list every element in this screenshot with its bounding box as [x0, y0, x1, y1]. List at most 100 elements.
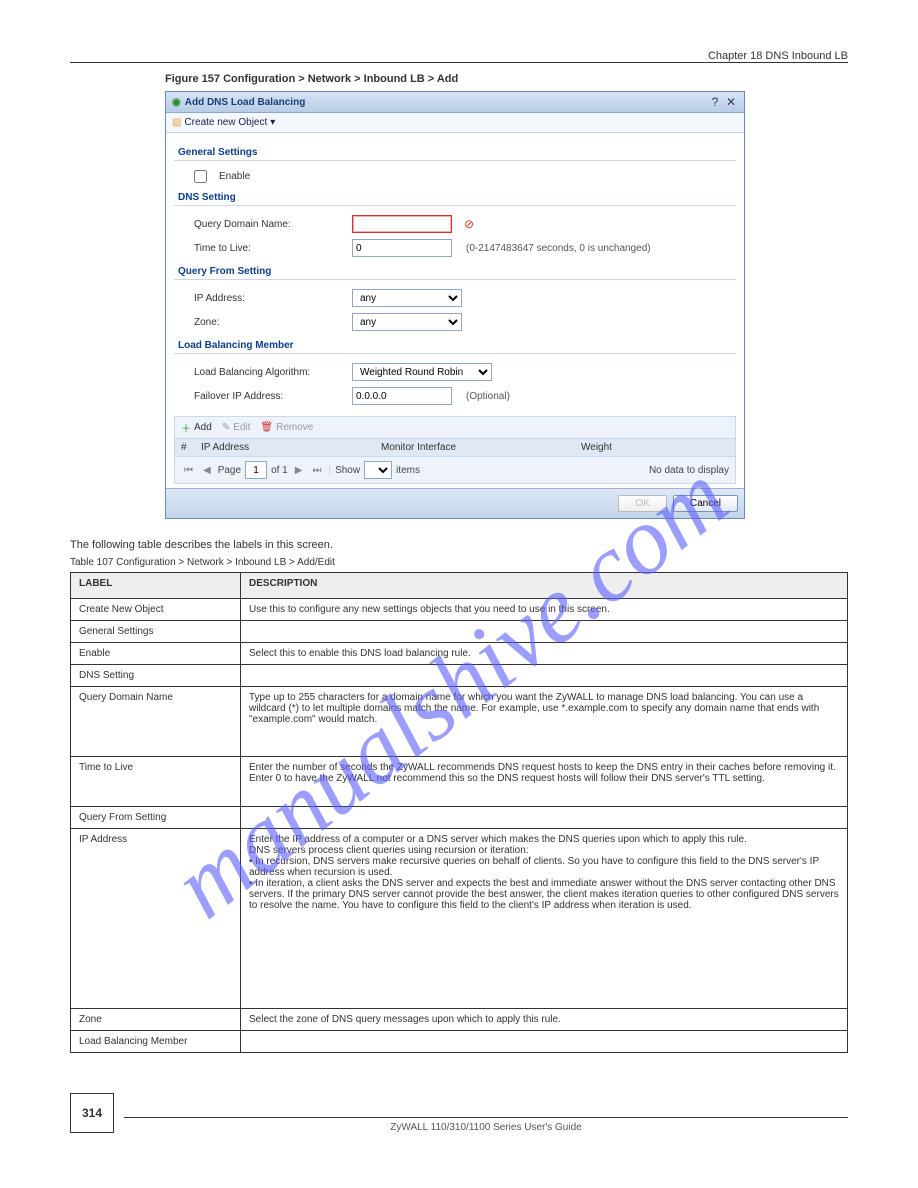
- grid-add-label: Add: [194, 422, 212, 433]
- table-row: General Settings: [71, 621, 848, 643]
- qdn-input[interactable]: [352, 215, 452, 233]
- page-footer: 314 ZyWALL 110/310/1100 Series User's Gu…: [70, 1093, 848, 1133]
- th-label: LABEL: [71, 573, 241, 599]
- figure-caption: Figure 157 Configuration > Network > Inb…: [165, 73, 848, 85]
- first-page-icon[interactable]: ⏮: [181, 465, 196, 476]
- fip-label: Failover IP Address:: [194, 391, 344, 402]
- page-input[interactable]: [245, 461, 267, 479]
- section-lb: Load Balancing Member: [174, 334, 736, 354]
- prev-page-icon[interactable]: ◀: [200, 465, 214, 476]
- col-weight: Weight: [581, 442, 729, 453]
- cell-label: General Settings: [71, 621, 241, 643]
- guide-title: ZyWALL 110/310/1100 Series User's Guide: [124, 1122, 848, 1133]
- table-row: Query Domain NameType up to 255 characte…: [71, 687, 848, 757]
- cell-desc: Type up to 255 characters for a domain n…: [241, 687, 848, 757]
- dialog-titlebar: ◉ Add DNS Load Balancing ? ✕: [166, 92, 744, 113]
- table-row: IP AddressEnter the IP address of a comp…: [71, 829, 848, 1009]
- dialog-buttonbar: OK Cancel: [166, 488, 744, 518]
- page-label: Page: [218, 465, 241, 476]
- cell-desc: Enter the IP address of a computer or a …: [241, 829, 848, 1009]
- zone-select[interactable]: any: [352, 313, 462, 331]
- grid-add-button[interactable]: ＋Add: [181, 420, 212, 435]
- ok-button[interactable]: OK: [618, 495, 666, 512]
- grid-pager: ⏮ ◀ Page of 1 ▶ ⏭ | Show 50 items No dat…: [174, 457, 736, 484]
- cell-desc: Select this to enable this DNS load bala…: [241, 643, 848, 665]
- dns-lb-dialog: ◉ Add DNS Load Balancing ? ✕ ▧ Create ne…: [165, 91, 745, 519]
- fip-input[interactable]: [352, 387, 452, 405]
- grid-toolbar: ＋Add ✎Edit 🗑Remove: [174, 416, 736, 439]
- cancel-button[interactable]: Cancel: [673, 495, 738, 512]
- dialog-title: Add DNS Load Balancing: [185, 97, 306, 108]
- table-row: Create New ObjectUse this to configure a…: [71, 599, 848, 621]
- object-icon: ▧: [172, 117, 181, 128]
- help-icon[interactable]: ?: [708, 95, 722, 109]
- create-object-button[interactable]: ▧ Create new Object ▾: [172, 117, 275, 128]
- dialog-toolbar: ▧ Create new Object ▾: [166, 113, 744, 133]
- zone-label: Zone:: [194, 317, 344, 328]
- th-desc: DESCRIPTION: [241, 573, 848, 599]
- description-table: LABEL DESCRIPTION Create New ObjectUse t…: [70, 572, 848, 1053]
- close-icon[interactable]: ✕: [724, 95, 738, 109]
- ttl-label: Time to Live:: [194, 243, 344, 254]
- edit-icon: ✎: [222, 422, 230, 433]
- cell-label: Time to Live: [71, 757, 241, 807]
- top-rule: [70, 62, 848, 63]
- table-row: EnableSelect this to enable this DNS loa…: [71, 643, 848, 665]
- cell-desc: [241, 1031, 848, 1053]
- add-icon: ◉: [172, 97, 181, 108]
- enable-checkbox[interactable]: [194, 170, 207, 183]
- algo-select[interactable]: Weighted Round Robin: [352, 363, 492, 381]
- ttl-hint: (0-2147483647 seconds, 0 is unchanged): [466, 243, 651, 254]
- enable-label: Enable: [219, 171, 250, 182]
- col-num: #: [181, 442, 201, 453]
- cell-desc: Use this to configure any new settings o…: [241, 599, 848, 621]
- section-dns: DNS Setting: [174, 186, 736, 206]
- qip-label: IP Address:: [194, 293, 344, 304]
- create-object-label: Create new Object: [184, 117, 267, 128]
- table-row: ZoneSelect the zone of DNS query message…: [71, 1009, 848, 1031]
- cell-desc: [241, 665, 848, 687]
- cell-label: Load Balancing Member: [71, 1031, 241, 1053]
- qdn-label: Query Domain Name:: [194, 219, 344, 230]
- of-label: of 1: [271, 465, 288, 476]
- cell-desc: Enter the number of seconds the ZyWALL r…: [241, 757, 848, 807]
- next-page-icon[interactable]: ▶: [292, 465, 306, 476]
- nodata-text: No data to display: [649, 465, 729, 476]
- section-query: Query From Setting: [174, 260, 736, 280]
- last-page-icon[interactable]: ⏭: [309, 465, 324, 476]
- table-row: Query From Setting: [71, 807, 848, 829]
- cell-desc: Select the zone of DNS query messages up…: [241, 1009, 848, 1031]
- items-label: items: [396, 465, 420, 476]
- table-row: Time to LiveEnter the number of seconds …: [71, 757, 848, 807]
- grid-remove-button[interactable]: 🗑Remove: [260, 422, 313, 433]
- grid-header: # IP Address Monitor Interface Weight: [174, 439, 736, 457]
- cell-desc: [241, 807, 848, 829]
- plus-icon: ＋: [181, 420, 191, 435]
- ttl-input[interactable]: [352, 239, 452, 257]
- section-general: General Settings: [174, 141, 736, 161]
- cell-label: Zone: [71, 1009, 241, 1031]
- algo-label: Load Balancing Algorithm:: [194, 367, 344, 378]
- cell-label: Query From Setting: [71, 807, 241, 829]
- cell-desc: [241, 621, 848, 643]
- col-ip: IP Address: [201, 442, 381, 453]
- show-label: Show: [335, 465, 360, 476]
- grid-edit-label: Edit: [233, 422, 250, 433]
- page-number: 314: [70, 1093, 114, 1133]
- chapter-label: Chapter 18 DNS Inbound LB: [70, 50, 848, 62]
- cell-label: IP Address: [71, 829, 241, 1009]
- dropdown-arrow-icon: ▾: [270, 117, 275, 128]
- table-row: DNS Setting: [71, 665, 848, 687]
- col-mon: Monitor Interface: [381, 442, 581, 453]
- trash-icon: 🗑: [260, 422, 273, 433]
- cell-label: Query Domain Name: [71, 687, 241, 757]
- grid-remove-label: Remove: [276, 422, 313, 433]
- fip-hint: (Optional): [466, 391, 510, 402]
- show-select[interactable]: 50: [364, 461, 392, 479]
- cell-label: Enable: [71, 643, 241, 665]
- grid-edit-button[interactable]: ✎Edit: [222, 422, 251, 433]
- table-intro: The following table describes the labels…: [70, 539, 848, 551]
- qip-select[interactable]: any: [352, 289, 462, 307]
- cell-label: DNS Setting: [71, 665, 241, 687]
- table-caption: Table 107 Configuration > Network > Inbo…: [70, 557, 848, 568]
